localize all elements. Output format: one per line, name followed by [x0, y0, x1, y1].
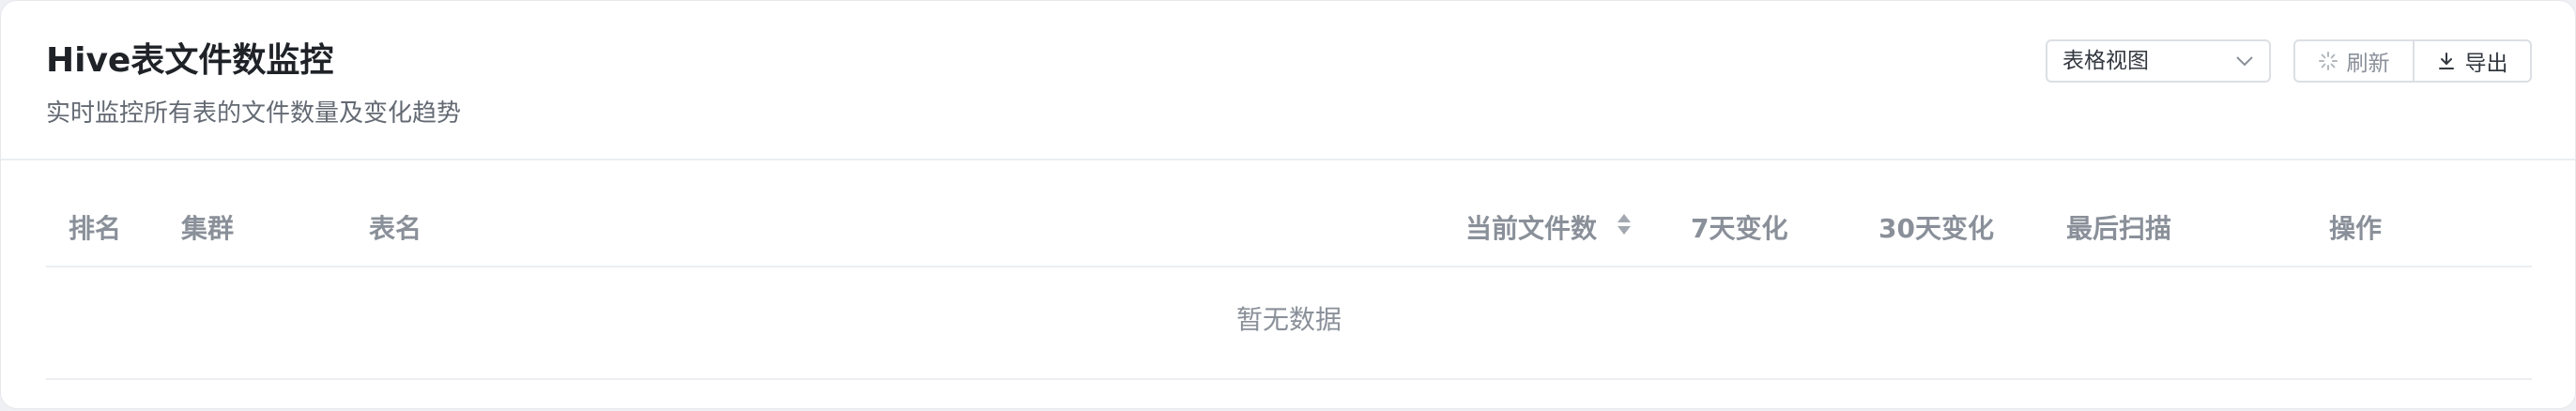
- monitor-card: Hive表文件数监控 实时监控所有表的文件数量及变化趋势 表格视图 刷新 导出 …: [0, 0, 2576, 409]
- refresh-label: 刷新: [2346, 52, 2390, 76]
- table-header: 排名 集群 表名 当前文件数 7天变化 30天变化 最后扫描 操作: [46, 200, 2532, 267]
- table-empty-state: 暂无数据: [46, 267, 2532, 380]
- chevron-down-icon: [2233, 50, 2256, 72]
- export-label: 导出: [2464, 52, 2508, 76]
- sort-icon[interactable]: [1616, 199, 1633, 257]
- page-title: Hive表文件数监控: [46, 41, 334, 80]
- loading-spinner-icon: [2319, 52, 2338, 70]
- column-header-7day-change: 7天变化: [1691, 213, 1788, 244]
- column-header-30day-change: 30天变化: [1878, 213, 1994, 244]
- view-mode-select[interactable]: 表格视图: [2046, 39, 2271, 83]
- export-button[interactable]: 导出: [2415, 41, 2530, 81]
- refresh-button[interactable]: 刷新: [2295, 41, 2415, 81]
- column-header-cluster: 集群: [181, 213, 235, 244]
- column-header-file-count-label: 当前文件数: [1465, 213, 1598, 244]
- column-header-rank: 排名: [69, 213, 122, 244]
- column-header-last-scan: 最后扫描: [2066, 213, 2172, 244]
- empty-state-text: 暂无数据: [1236, 304, 1342, 335]
- view-mode-selected: 表格视图: [2062, 49, 2149, 73]
- card-header: Hive表文件数监控 实时监控所有表的文件数量及变化趋势 表格视图 刷新 导出: [1, 1, 2575, 160]
- column-header-file-count[interactable]: 当前文件数: [1465, 200, 1633, 258]
- action-button-group: 刷新 导出: [2293, 39, 2532, 83]
- page-subtitle: 实时监控所有表的文件数量及变化趋势: [46, 99, 462, 128]
- column-header-table-name: 表名: [369, 213, 422, 244]
- download-icon: [2439, 53, 2455, 69]
- column-header-actions: 操作: [2329, 213, 2383, 244]
